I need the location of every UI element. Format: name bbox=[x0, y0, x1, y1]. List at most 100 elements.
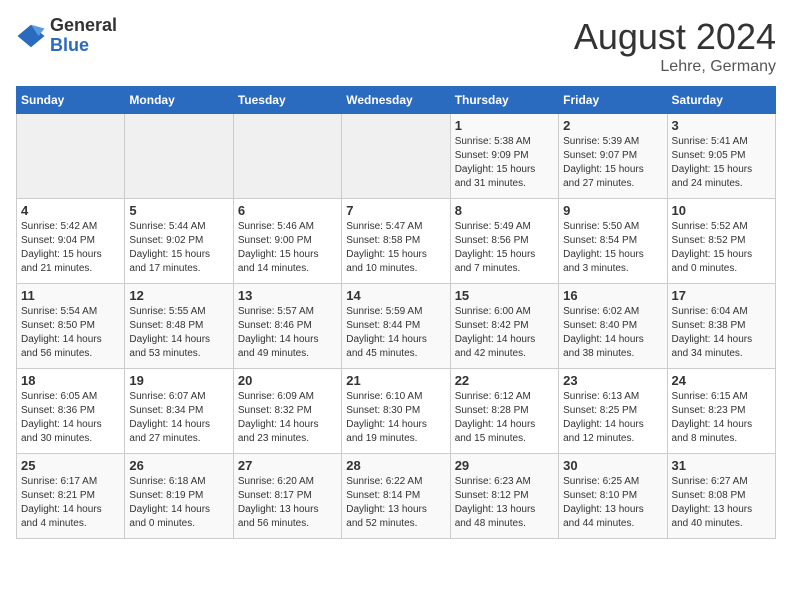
day-info: Sunrise: 6:02 AM Sunset: 8:40 PM Dayligh… bbox=[563, 305, 662, 361]
day-number: 26 bbox=[129, 458, 228, 473]
day-info: Sunrise: 6:10 AM Sunset: 8:30 PM Dayligh… bbox=[346, 390, 445, 446]
day-number: 21 bbox=[346, 373, 445, 388]
weekday-header-thursday: Thursday bbox=[450, 87, 558, 114]
day-number: 20 bbox=[238, 373, 337, 388]
calendar-cell: 2 Sunrise: 5:39 AM Sunset: 9:07 PM Daylig… bbox=[559, 114, 667, 199]
day-number: 6 bbox=[238, 203, 337, 218]
day-number: 27 bbox=[238, 458, 337, 473]
day-info: Sunrise: 6:15 AM Sunset: 8:23 PM Dayligh… bbox=[672, 390, 771, 446]
calendar-cell: 26 Sunrise: 6:18 AM Sunset: 8:19 PM Dayli… bbox=[125, 454, 233, 539]
weekday-header-saturday: Saturday bbox=[667, 87, 775, 114]
day-number: 19 bbox=[129, 373, 228, 388]
calendar-cell: 15Sunrise: 6:00 AM Sunset: 8:42 PM Dayli… bbox=[450, 284, 558, 369]
title-block: August 2024 Lehre, Germany bbox=[574, 16, 776, 76]
day-info: Sunrise: 5:38 AM Sunset: 9:09 PM Dayligh… bbox=[455, 135, 554, 191]
calendar-cell: 4 Sunrise: 5:42 AM Sunset: 9:04 PM Daylig… bbox=[17, 199, 125, 284]
calendar-cell bbox=[125, 114, 233, 199]
calendar-cell: 27 Sunrise: 6:20 AM Sunset: 8:17 PM Dayli… bbox=[233, 454, 341, 539]
logo-blue: Blue bbox=[50, 36, 117, 56]
day-number: 17 bbox=[672, 288, 771, 303]
calendar-cell: 11 Sunrise: 5:54 AM Sunset: 8:50 PM Dayli… bbox=[17, 284, 125, 369]
calendar-table: SundayMondayTuesdayWednesdayThursdayFrid… bbox=[16, 86, 776, 539]
day-info: Sunrise: 5:44 AM Sunset: 9:02 PM Dayligh… bbox=[129, 220, 228, 276]
day-info: Sunrise: 5:41 AM Sunset: 9:05 PM Dayligh… bbox=[672, 135, 771, 191]
day-info: Sunrise: 6:13 AM Sunset: 8:25 PM Dayligh… bbox=[563, 390, 662, 446]
day-info: Sunrise: 6:18 AM Sunset: 8:19 PM Dayligh… bbox=[129, 475, 228, 531]
calendar-week-row: 4 Sunrise: 5:42 AM Sunset: 9:04 PM Daylig… bbox=[17, 199, 776, 284]
day-info: Sunrise: 6:09 AM Sunset: 8:32 PM Dayligh… bbox=[238, 390, 337, 446]
day-info: Sunrise: 5:54 AM Sunset: 8:50 PM Dayligh… bbox=[21, 305, 120, 361]
day-number: 29 bbox=[455, 458, 554, 473]
day-info: Sunrise: 6:23 AM Sunset: 8:12 PM Dayligh… bbox=[455, 475, 554, 531]
calendar-cell: 19Sunrise: 6:07 AM Sunset: 8:34 PM Dayli… bbox=[125, 369, 233, 454]
location-subtitle: Lehre, Germany bbox=[574, 58, 776, 76]
day-info: Sunrise: 6:20 AM Sunset: 8:17 PM Dayligh… bbox=[238, 475, 337, 531]
calendar-cell: 16 Sunrise: 6:02 AM Sunset: 8:40 PM Dayli… bbox=[559, 284, 667, 369]
day-info: Sunrise: 5:39 AM Sunset: 9:07 PM Dayligh… bbox=[563, 135, 662, 191]
day-number: 2 bbox=[563, 118, 662, 133]
calendar-cell: 29 Sunrise: 6:23 AM Sunset: 8:12 PM Dayli… bbox=[450, 454, 558, 539]
calendar-cell: 7 Sunrise: 5:47 AM Sunset: 8:58 PM Daylig… bbox=[342, 199, 450, 284]
page-header: General Blue August 2024 Lehre, Germany bbox=[16, 16, 776, 76]
calendar-cell: 22 Sunrise: 6:12 AM Sunset: 8:28 PM Dayli… bbox=[450, 369, 558, 454]
day-number: 24 bbox=[672, 373, 771, 388]
day-info: Sunrise: 5:47 AM Sunset: 8:58 PM Dayligh… bbox=[346, 220, 445, 276]
day-info: Sunrise: 6:22 AM Sunset: 8:14 PM Dayligh… bbox=[346, 475, 445, 531]
weekday-header-friday: Friday bbox=[559, 87, 667, 114]
calendar-cell: 14 Sunrise: 5:59 AM Sunset: 8:44 PM Dayli… bbox=[342, 284, 450, 369]
day-info: Sunrise: 6:00 AM Sunset: 8:42 PM Dayligh… bbox=[455, 305, 554, 361]
calendar-cell: 31Sunrise: 6:27 AM Sunset: 8:08 PM Dayli… bbox=[667, 454, 775, 539]
day-info: Sunrise: 5:55 AM Sunset: 8:48 PM Dayligh… bbox=[129, 305, 228, 361]
day-number: 11 bbox=[21, 288, 120, 303]
day-number: 3 bbox=[672, 118, 771, 133]
calendar-cell bbox=[233, 114, 341, 199]
calendar-cell: 9 Sunrise: 5:50 AM Sunset: 8:54 PM Daylig… bbox=[559, 199, 667, 284]
calendar-cell bbox=[17, 114, 125, 199]
logo: General Blue bbox=[16, 16, 117, 56]
logo-icon bbox=[16, 21, 46, 51]
calendar-cell: 25Sunrise: 6:17 AM Sunset: 8:21 PM Dayli… bbox=[17, 454, 125, 539]
calendar-week-row: 18Sunrise: 6:05 AM Sunset: 8:36 PM Dayli… bbox=[17, 369, 776, 454]
day-number: 10 bbox=[672, 203, 771, 218]
calendar-cell: 12Sunrise: 5:55 AM Sunset: 8:48 PM Dayli… bbox=[125, 284, 233, 369]
weekday-header-tuesday: Tuesday bbox=[233, 87, 341, 114]
calendar-cell: 13Sunrise: 5:57 AM Sunset: 8:46 PM Dayli… bbox=[233, 284, 341, 369]
calendar-week-row: 1 Sunrise: 5:38 AM Sunset: 9:09 PM Daylig… bbox=[17, 114, 776, 199]
day-number: 4 bbox=[21, 203, 120, 218]
day-number: 23 bbox=[563, 373, 662, 388]
day-info: Sunrise: 5:50 AM Sunset: 8:54 PM Dayligh… bbox=[563, 220, 662, 276]
logo-general: General bbox=[50, 16, 117, 36]
calendar-cell: 1 Sunrise: 5:38 AM Sunset: 9:09 PM Daylig… bbox=[450, 114, 558, 199]
day-info: Sunrise: 5:52 AM Sunset: 8:52 PM Dayligh… bbox=[672, 220, 771, 276]
calendar-cell: 21 Sunrise: 6:10 AM Sunset: 8:30 PM Dayli… bbox=[342, 369, 450, 454]
calendar-cell: 23 Sunrise: 6:13 AM Sunset: 8:25 PM Dayli… bbox=[559, 369, 667, 454]
weekday-header-sunday: Sunday bbox=[17, 87, 125, 114]
day-number: 9 bbox=[563, 203, 662, 218]
day-info: Sunrise: 5:59 AM Sunset: 8:44 PM Dayligh… bbox=[346, 305, 445, 361]
weekday-header-monday: Monday bbox=[125, 87, 233, 114]
day-number: 28 bbox=[346, 458, 445, 473]
day-number: 7 bbox=[346, 203, 445, 218]
calendar-cell: 30Sunrise: 6:25 AM Sunset: 8:10 PM Dayli… bbox=[559, 454, 667, 539]
day-number: 14 bbox=[346, 288, 445, 303]
calendar-cell: 6Sunrise: 5:46 AM Sunset: 9:00 PM Daylig… bbox=[233, 199, 341, 284]
day-number: 8 bbox=[455, 203, 554, 218]
weekday-header-row: SundayMondayTuesdayWednesdayThursdayFrid… bbox=[17, 87, 776, 114]
calendar-week-row: 11 Sunrise: 5:54 AM Sunset: 8:50 PM Dayli… bbox=[17, 284, 776, 369]
day-number: 1 bbox=[455, 118, 554, 133]
day-info: Sunrise: 6:27 AM Sunset: 8:08 PM Dayligh… bbox=[672, 475, 771, 531]
logo-text: General Blue bbox=[50, 16, 117, 56]
day-info: Sunrise: 5:42 AM Sunset: 9:04 PM Dayligh… bbox=[21, 220, 120, 276]
calendar-cell: 8Sunrise: 5:49 AM Sunset: 8:56 PM Daylig… bbox=[450, 199, 558, 284]
calendar-cell: 17 Sunrise: 6:04 AM Sunset: 8:38 PM Dayli… bbox=[667, 284, 775, 369]
day-number: 13 bbox=[238, 288, 337, 303]
calendar-cell: 24 Sunrise: 6:15 AM Sunset: 8:23 PM Dayli… bbox=[667, 369, 775, 454]
calendar-cell: 20 Sunrise: 6:09 AM Sunset: 8:32 PM Dayli… bbox=[233, 369, 341, 454]
day-info: Sunrise: 6:05 AM Sunset: 8:36 PM Dayligh… bbox=[21, 390, 120, 446]
day-info: Sunrise: 6:12 AM Sunset: 8:28 PM Dayligh… bbox=[455, 390, 554, 446]
day-number: 22 bbox=[455, 373, 554, 388]
day-info: Sunrise: 6:04 AM Sunset: 8:38 PM Dayligh… bbox=[672, 305, 771, 361]
day-number: 16 bbox=[563, 288, 662, 303]
calendar-cell: 3 Sunrise: 5:41 AM Sunset: 9:05 PM Daylig… bbox=[667, 114, 775, 199]
day-number: 25 bbox=[21, 458, 120, 473]
